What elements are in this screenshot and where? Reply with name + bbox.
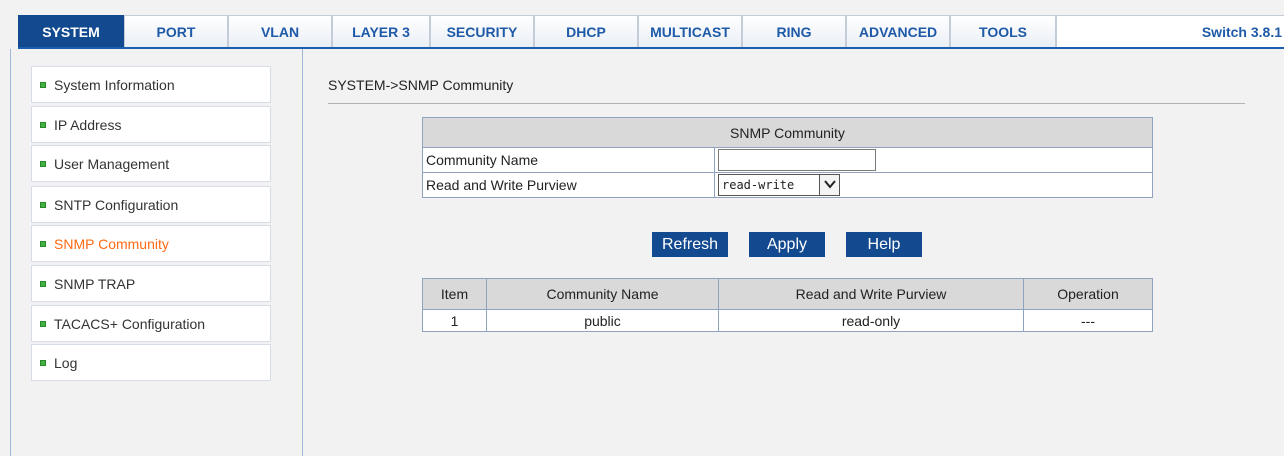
sidebar-item-label: System Information bbox=[54, 77, 175, 93]
tab-ring[interactable]: RING bbox=[742, 15, 846, 48]
breadcrumb: SYSTEM->SNMP Community bbox=[328, 77, 514, 93]
sidebar-item-user-management[interactable]: User Management bbox=[31, 145, 271, 182]
tab-system[interactable]: SYSTEM bbox=[18, 15, 124, 48]
community-name-label: Community Name bbox=[422, 147, 715, 173]
community-name-input[interactable] bbox=[718, 149, 876, 171]
purview-cell: read-write bbox=[714, 172, 1153, 198]
bullet-icon bbox=[40, 161, 46, 167]
cell-item: 1 bbox=[422, 309, 487, 332]
column-header-purview: Read and Write Purview bbox=[718, 278, 1024, 310]
cell-operation[interactable]: --- bbox=[1023, 309, 1153, 332]
chevron-down-icon[interactable] bbox=[819, 175, 839, 195]
sidebar-item-log[interactable]: Log bbox=[31, 344, 271, 381]
sidebar-item-tacacs-configuration[interactable]: TACACS+ Configuration bbox=[31, 305, 271, 342]
sidebar-item-label: SNTP Configuration bbox=[54, 197, 179, 213]
tab-tools[interactable]: TOOLS bbox=[950, 15, 1056, 48]
table-row: 1 public read-only --- bbox=[422, 309, 1153, 332]
bullet-icon bbox=[40, 241, 46, 247]
sidebar-item-system-information[interactable]: System Information bbox=[31, 66, 271, 103]
tab-multicast[interactable]: MULTICAST bbox=[638, 15, 742, 48]
refresh-button[interactable]: Refresh bbox=[652, 232, 728, 257]
purview-selected-value: read-write bbox=[722, 178, 795, 192]
bullet-icon bbox=[40, 360, 46, 366]
purview-label: Read and Write Purview bbox=[422, 172, 715, 198]
form-title: SNMP Community bbox=[422, 117, 1153, 148]
apply-button[interactable]: Apply bbox=[749, 232, 825, 257]
tab-vlan[interactable]: VLAN bbox=[228, 15, 332, 48]
sidebar-item-label: IP Address bbox=[54, 117, 122, 133]
top-nav-bar: SYSTEM PORT VLAN LAYER 3 SECURITY DHCP M… bbox=[0, 0, 1284, 50]
tab-advanced[interactable]: ADVANCED bbox=[846, 15, 950, 48]
tab-dhcp[interactable]: DHCP bbox=[534, 15, 638, 48]
community-name-cell bbox=[714, 147, 1153, 173]
sidebar-item-label: SNMP TRAP bbox=[54, 276, 136, 292]
community-list-table: Item Community Name Read and Write Purvi… bbox=[422, 278, 1153, 332]
table-header-row: Item Community Name Read and Write Purvi… bbox=[422, 278, 1153, 310]
column-header-operation: Operation bbox=[1023, 278, 1153, 310]
sidebar-item-ip-address[interactable]: IP Address bbox=[31, 106, 271, 143]
sidebar: System Information IP Address User Manag… bbox=[10, 49, 303, 456]
bullet-icon bbox=[40, 202, 46, 208]
bullet-icon bbox=[40, 281, 46, 287]
tab-security[interactable]: SECURITY bbox=[430, 15, 534, 48]
tab-port[interactable]: PORT bbox=[124, 15, 228, 48]
bullet-icon bbox=[40, 321, 46, 327]
bullet-icon bbox=[40, 122, 46, 128]
sidebar-item-label: Log bbox=[54, 355, 78, 371]
version-label: Switch 3.8.1 bbox=[1056, 15, 1284, 48]
cell-purview: read-only bbox=[718, 309, 1024, 332]
bullet-icon bbox=[40, 82, 46, 88]
cell-community-name: public bbox=[486, 309, 719, 332]
column-header-item: Item bbox=[422, 278, 487, 310]
sidebar-item-snmp-community[interactable]: SNMP Community bbox=[31, 225, 271, 262]
sidebar-item-label: SNMP Community bbox=[54, 236, 169, 252]
snmp-community-form: SNMP Community Community Name Read and W… bbox=[422, 117, 1153, 198]
purview-select[interactable]: read-write bbox=[718, 174, 840, 196]
breadcrumb-divider bbox=[328, 103, 1245, 104]
sidebar-item-label: TACACS+ Configuration bbox=[54, 316, 206, 332]
sidebar-item-label: User Management bbox=[54, 156, 170, 172]
sidebar-item-sntp-configuration[interactable]: SNTP Configuration bbox=[31, 186, 271, 223]
help-button[interactable]: Help bbox=[846, 232, 922, 257]
column-header-community-name: Community Name bbox=[486, 278, 719, 310]
tab-layer3[interactable]: LAYER 3 bbox=[332, 15, 430, 48]
sidebar-item-snmp-trap[interactable]: SNMP TRAP bbox=[31, 265, 271, 302]
